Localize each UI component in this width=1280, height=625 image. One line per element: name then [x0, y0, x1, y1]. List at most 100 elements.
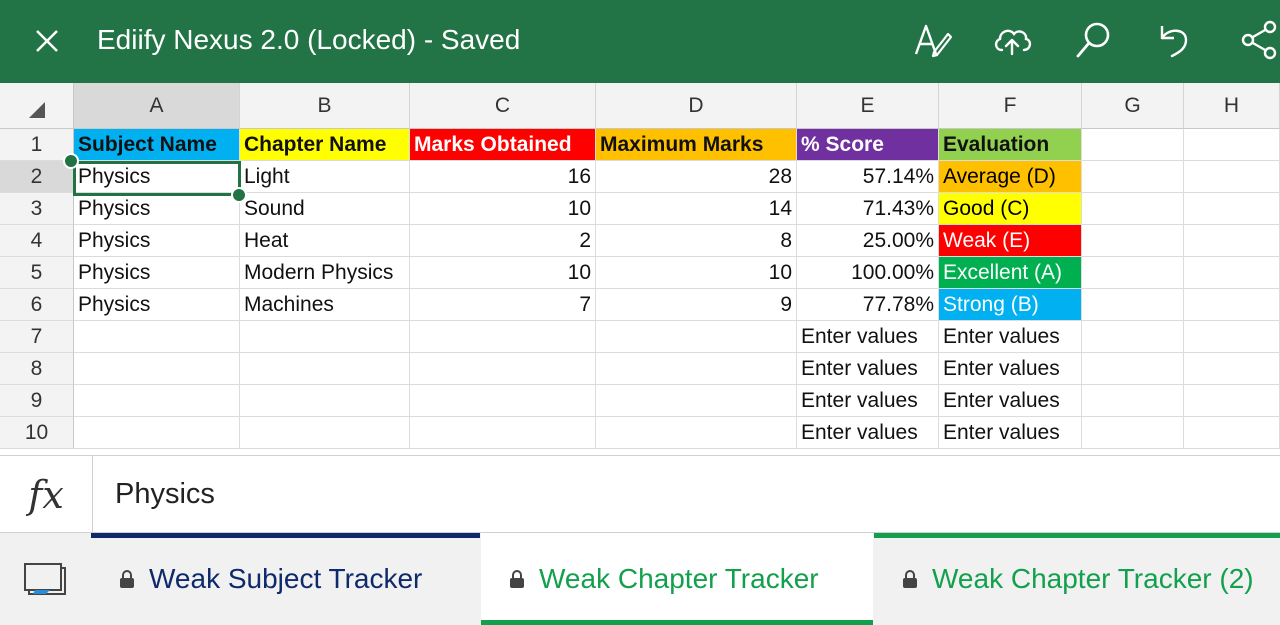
- table-cell-evaluation[interactable]: Enter values: [939, 353, 1082, 385]
- undo-icon[interactable]: [1152, 18, 1196, 62]
- cell-empty[interactable]: [1082, 257, 1184, 289]
- table-cell-score[interactable]: 77.78%: [797, 289, 939, 321]
- cell-empty[interactable]: [1082, 225, 1184, 257]
- column-header-f[interactable]: F: [939, 83, 1082, 129]
- row-header-6[interactable]: 6: [0, 289, 74, 321]
- sheet-tab-3[interactable]: Weak Chapter Tracker (2): [874, 533, 1280, 625]
- column-header-c[interactable]: C: [410, 83, 596, 129]
- cell-empty[interactable]: [1184, 321, 1280, 353]
- cell-empty[interactable]: [1184, 289, 1280, 321]
- table-cell-chapter[interactable]: Light: [240, 161, 410, 193]
- table-cell-score[interactable]: Enter values: [797, 353, 939, 385]
- table-cell-subject[interactable]: [74, 353, 240, 385]
- table-cell-marks[interactable]: [410, 385, 596, 417]
- table-cell-chapter[interactable]: Heat: [240, 225, 410, 257]
- table-cell-max[interactable]: 10: [596, 257, 797, 289]
- table-cell-score[interactable]: 25.00%: [797, 225, 939, 257]
- cell-empty[interactable]: [1082, 129, 1184, 161]
- header-cell-chapter[interactable]: Chapter Name: [240, 129, 410, 161]
- table-cell-chapter[interactable]: [240, 417, 410, 449]
- cell-empty[interactable]: [1082, 353, 1184, 385]
- table-cell-marks[interactable]: 2: [410, 225, 596, 257]
- sheet-tab-1[interactable]: Weak Subject Tracker: [91, 533, 480, 625]
- row-header-1[interactable]: 1: [0, 129, 74, 161]
- cell-empty[interactable]: [1082, 289, 1184, 321]
- cell-empty[interactable]: [1184, 161, 1280, 193]
- selection-handle-start[interactable]: [63, 153, 79, 169]
- table-cell-evaluation[interactable]: Enter values: [939, 417, 1082, 449]
- table-cell-chapter[interactable]: Sound: [240, 193, 410, 225]
- search-icon[interactable]: [1072, 18, 1116, 62]
- cell-empty[interactable]: [1082, 321, 1184, 353]
- table-cell-marks[interactable]: 10: [410, 193, 596, 225]
- cell-empty[interactable]: [1184, 353, 1280, 385]
- column-header-e[interactable]: E: [797, 83, 939, 129]
- header-cell-score[interactable]: % Score: [797, 129, 939, 161]
- row-header-4[interactable]: 4: [0, 225, 74, 257]
- column-header-b[interactable]: B: [240, 83, 410, 129]
- table-cell-subject[interactable]: [74, 385, 240, 417]
- cell-empty[interactable]: [1082, 193, 1184, 225]
- sheet-tab-2[interactable]: Weak Chapter Tracker: [481, 533, 873, 625]
- table-cell-max[interactable]: 8: [596, 225, 797, 257]
- row-header-9[interactable]: 9: [0, 385, 74, 417]
- cell-empty[interactable]: [1082, 417, 1184, 449]
- table-cell-evaluation[interactable]: Enter values: [939, 321, 1082, 353]
- table-cell-chapter[interactable]: [240, 385, 410, 417]
- row-header-7[interactable]: 7: [0, 321, 74, 353]
- sheets-list-icon[interactable]: [0, 533, 91, 625]
- table-cell-max[interactable]: 9: [596, 289, 797, 321]
- cell-empty[interactable]: [1184, 417, 1280, 449]
- function-icon[interactable]: fx: [0, 456, 93, 533]
- table-cell-evaluation[interactable]: Weak (E): [939, 225, 1082, 257]
- table-cell-score[interactable]: Enter values: [797, 417, 939, 449]
- table-cell-max[interactable]: 28: [596, 161, 797, 193]
- table-cell-score[interactable]: Enter values: [797, 321, 939, 353]
- table-cell-evaluation[interactable]: Enter values: [939, 385, 1082, 417]
- table-cell-subject[interactable]: Physics: [74, 225, 240, 257]
- row-header-2[interactable]: 2: [0, 161, 74, 193]
- header-cell-max[interactable]: Maximum Marks: [596, 129, 797, 161]
- table-cell-chapter[interactable]: Machines: [240, 289, 410, 321]
- table-cell-subject[interactable]: Physics: [74, 161, 240, 193]
- table-cell-marks[interactable]: 16: [410, 161, 596, 193]
- table-cell-marks[interactable]: [410, 417, 596, 449]
- table-cell-subject[interactable]: Physics: [74, 193, 240, 225]
- cloud-upload-icon[interactable]: [990, 18, 1034, 62]
- cell-empty[interactable]: [1184, 385, 1280, 417]
- row-header-5[interactable]: 5: [0, 257, 74, 289]
- table-cell-max[interactable]: 14: [596, 193, 797, 225]
- cell-empty[interactable]: [1184, 129, 1280, 161]
- cell-empty[interactable]: [1184, 193, 1280, 225]
- formula-input[interactable]: Physics: [115, 474, 215, 514]
- table-cell-chapter[interactable]: [240, 353, 410, 385]
- cell-empty[interactable]: [1184, 257, 1280, 289]
- header-cell-marks[interactable]: Marks Obtained: [410, 129, 596, 161]
- spreadsheet-grid[interactable]: A B C D E F G H 1 2 3 4 5 6 7 8 9 10 Subject Name Chapter N…: [0, 83, 1280, 455]
- table-cell-evaluation[interactable]: Strong (B): [939, 289, 1082, 321]
- table-cell-score[interactable]: 71.43%: [797, 193, 939, 225]
- header-cell-evaluation[interactable]: Evaluation: [939, 129, 1082, 161]
- cell-empty[interactable]: [1082, 161, 1184, 193]
- table-cell-score[interactable]: Enter values: [797, 385, 939, 417]
- table-cell-score[interactable]: 57.14%: [797, 161, 939, 193]
- table-cell-max[interactable]: [596, 321, 797, 353]
- table-cell-max[interactable]: [596, 385, 797, 417]
- table-cell-score[interactable]: 100.00%: [797, 257, 939, 289]
- table-cell-max[interactable]: [596, 353, 797, 385]
- table-cell-evaluation[interactable]: Average (D): [939, 161, 1082, 193]
- table-cell-chapter[interactable]: [240, 321, 410, 353]
- close-icon[interactable]: [30, 24, 64, 58]
- table-cell-subject[interactable]: [74, 321, 240, 353]
- column-header-h[interactable]: H: [1184, 83, 1280, 129]
- table-cell-marks[interactable]: [410, 321, 596, 353]
- share-icon[interactable]: [1236, 18, 1280, 62]
- row-header-10[interactable]: 10: [0, 417, 74, 449]
- table-cell-subject[interactable]: Physics: [74, 289, 240, 321]
- table-cell-subject[interactable]: [74, 417, 240, 449]
- table-cell-marks[interactable]: [410, 353, 596, 385]
- draw-icon[interactable]: [910, 18, 954, 62]
- table-cell-chapter[interactable]: Modern Physics: [240, 257, 410, 289]
- column-header-g[interactable]: G: [1082, 83, 1184, 129]
- table-cell-marks[interactable]: 7: [410, 289, 596, 321]
